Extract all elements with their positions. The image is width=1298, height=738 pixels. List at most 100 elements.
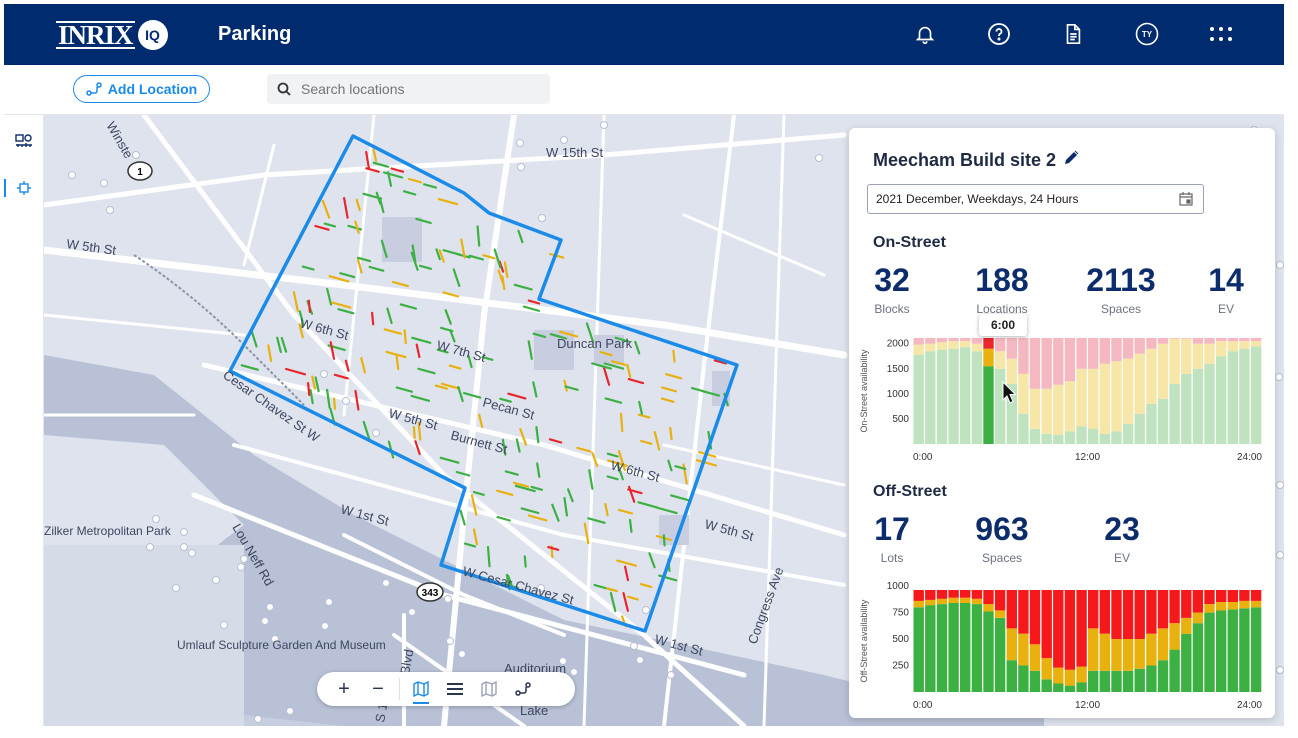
bar-segment-available — [983, 366, 994, 444]
bar-segment-limited — [1157, 343, 1169, 399]
bar-segment-available — [1181, 373, 1192, 444]
parking-segment — [472, 528, 478, 546]
bar-segment-full — [948, 338, 959, 342]
edit-pencil-icon[interactable] — [1063, 150, 1079, 171]
bar-segment-available — [971, 351, 983, 444]
bar-segment-limited — [971, 598, 983, 605]
search-box[interactable] — [267, 74, 550, 104]
bar-segment-full — [1157, 338, 1169, 344]
parking-segment — [355, 198, 361, 212]
stat-ev: 14 EV — [1208, 262, 1244, 316]
bar-segment-limited — [994, 351, 1006, 369]
bar-segment-limited — [948, 597, 959, 603]
bar-segment-available — [983, 611, 994, 692]
bar-segment-limited — [1099, 633, 1110, 671]
inrix-iq-logo[interactable]: INRIX IQ — [56, 20, 168, 50]
calendar-icon[interactable] — [1179, 192, 1193, 206]
x-tick-label: 0:00 — [913, 452, 933, 463]
search-icon — [277, 82, 291, 96]
bar-segment-full — [1216, 590, 1227, 602]
bar-segment-limited — [1204, 604, 1215, 613]
parking-segment — [463, 542, 477, 548]
bar-segment-limited — [913, 344, 924, 355]
satellite-view-icon[interactable] — [472, 672, 506, 706]
bar-segment-available — [1216, 610, 1227, 692]
parking-segment — [637, 501, 659, 509]
parking-segment — [695, 459, 718, 467]
location-details-panel: Meecham Build site 2 2021 December, Week… — [849, 128, 1275, 718]
bar-segment-available — [1204, 612, 1215, 692]
bar-segment-available — [1064, 685, 1076, 692]
parking-map-icon[interactable] — [14, 178, 34, 198]
search-input[interactable] — [301, 81, 531, 97]
dashboard-icon[interactable] — [14, 131, 34, 151]
avatar-icon[interactable]: TY — [1134, 21, 1160, 47]
bar-segment-full — [913, 590, 924, 601]
bar-segment-limited — [1146, 633, 1157, 666]
logo-text: INRIX — [56, 20, 135, 50]
parking-segment — [566, 488, 574, 503]
on-street-availability-chart: On-Street availability 500 1000 1500 2000 0:0… — [859, 338, 1262, 463]
document-icon[interactable] — [1060, 21, 1086, 47]
parking-segment — [622, 592, 630, 612]
bar-segment-available — [1018, 665, 1029, 692]
parking-segment — [638, 400, 644, 415]
bar-segment-full — [971, 338, 983, 344]
bar-segment-available — [1157, 660, 1169, 692]
bar-segment-full — [1192, 338, 1204, 344]
bar-segment-limited — [994, 610, 1006, 618]
zoom-out-button[interactable]: − — [361, 672, 395, 706]
bar-segment-full — [925, 338, 936, 344]
parking-segment — [682, 463, 688, 485]
bar-segment-available — [1053, 435, 1064, 444]
parking-segment — [626, 595, 639, 601]
bar-segment-available — [1029, 670, 1041, 692]
stat-locations: 188 Locations — [975, 262, 1029, 316]
parking-segment — [395, 386, 413, 393]
bar-segment-full — [1204, 338, 1215, 344]
parking-segment — [634, 340, 641, 355]
bar-segment-full — [936, 338, 948, 343]
list-view-icon[interactable] — [438, 672, 472, 706]
add-location-button[interactable]: Add Location — [73, 75, 210, 103]
bar-segment-limited — [1216, 602, 1227, 611]
bar-segment-full — [1053, 338, 1064, 385]
zoom-in-button[interactable]: + — [327, 672, 361, 706]
bar-segment-full — [1181, 590, 1192, 618]
bell-icon[interactable] — [912, 21, 938, 47]
parking-segment — [399, 303, 417, 310]
parking-segment — [637, 413, 651, 419]
apps-grid-icon[interactable] — [1208, 21, 1234, 47]
bar-segment-limited — [1134, 639, 1145, 669]
street-label: W 6th St — [298, 315, 350, 342]
parking-segment — [623, 565, 630, 582]
bar-segment-full — [1157, 590, 1169, 629]
bar-segment-available — [1157, 398, 1169, 444]
bar-segment-limited — [1181, 338, 1192, 374]
route-icon[interactable] — [506, 672, 540, 706]
date-range-field[interactable]: 2021 December, Weekdays, 24 Hours — [867, 184, 1204, 214]
route-icon — [86, 82, 102, 96]
parking-segment — [664, 373, 683, 380]
parking-segment — [532, 381, 538, 398]
street-label: Winste — [103, 119, 136, 161]
map-view-icon[interactable] — [404, 672, 438, 706]
bar-segment-limited — [1169, 338, 1180, 384]
parking-segment — [383, 171, 404, 179]
bar-segment-full — [1250, 590, 1262, 601]
help-icon[interactable] — [986, 21, 1012, 47]
parking-segment — [339, 272, 356, 279]
bar-segment-full — [1146, 338, 1157, 349]
x-tick-label: 12:00 — [1075, 452, 1100, 463]
x-tick-label: 0:00 — [913, 700, 933, 711]
bar-segment-available — [1216, 356, 1227, 444]
x-tick-label: 12:00 — [1075, 700, 1100, 711]
parking-segment — [354, 389, 360, 411]
parking-segment — [417, 367, 436, 375]
parking-segment — [507, 392, 527, 400]
avatar-initials: TY — [1141, 29, 1153, 39]
bar-segment-limited — [936, 342, 948, 350]
parking-segment — [448, 364, 462, 370]
map-toolbar: + − — [317, 672, 575, 706]
parking-segment — [411, 336, 432, 344]
